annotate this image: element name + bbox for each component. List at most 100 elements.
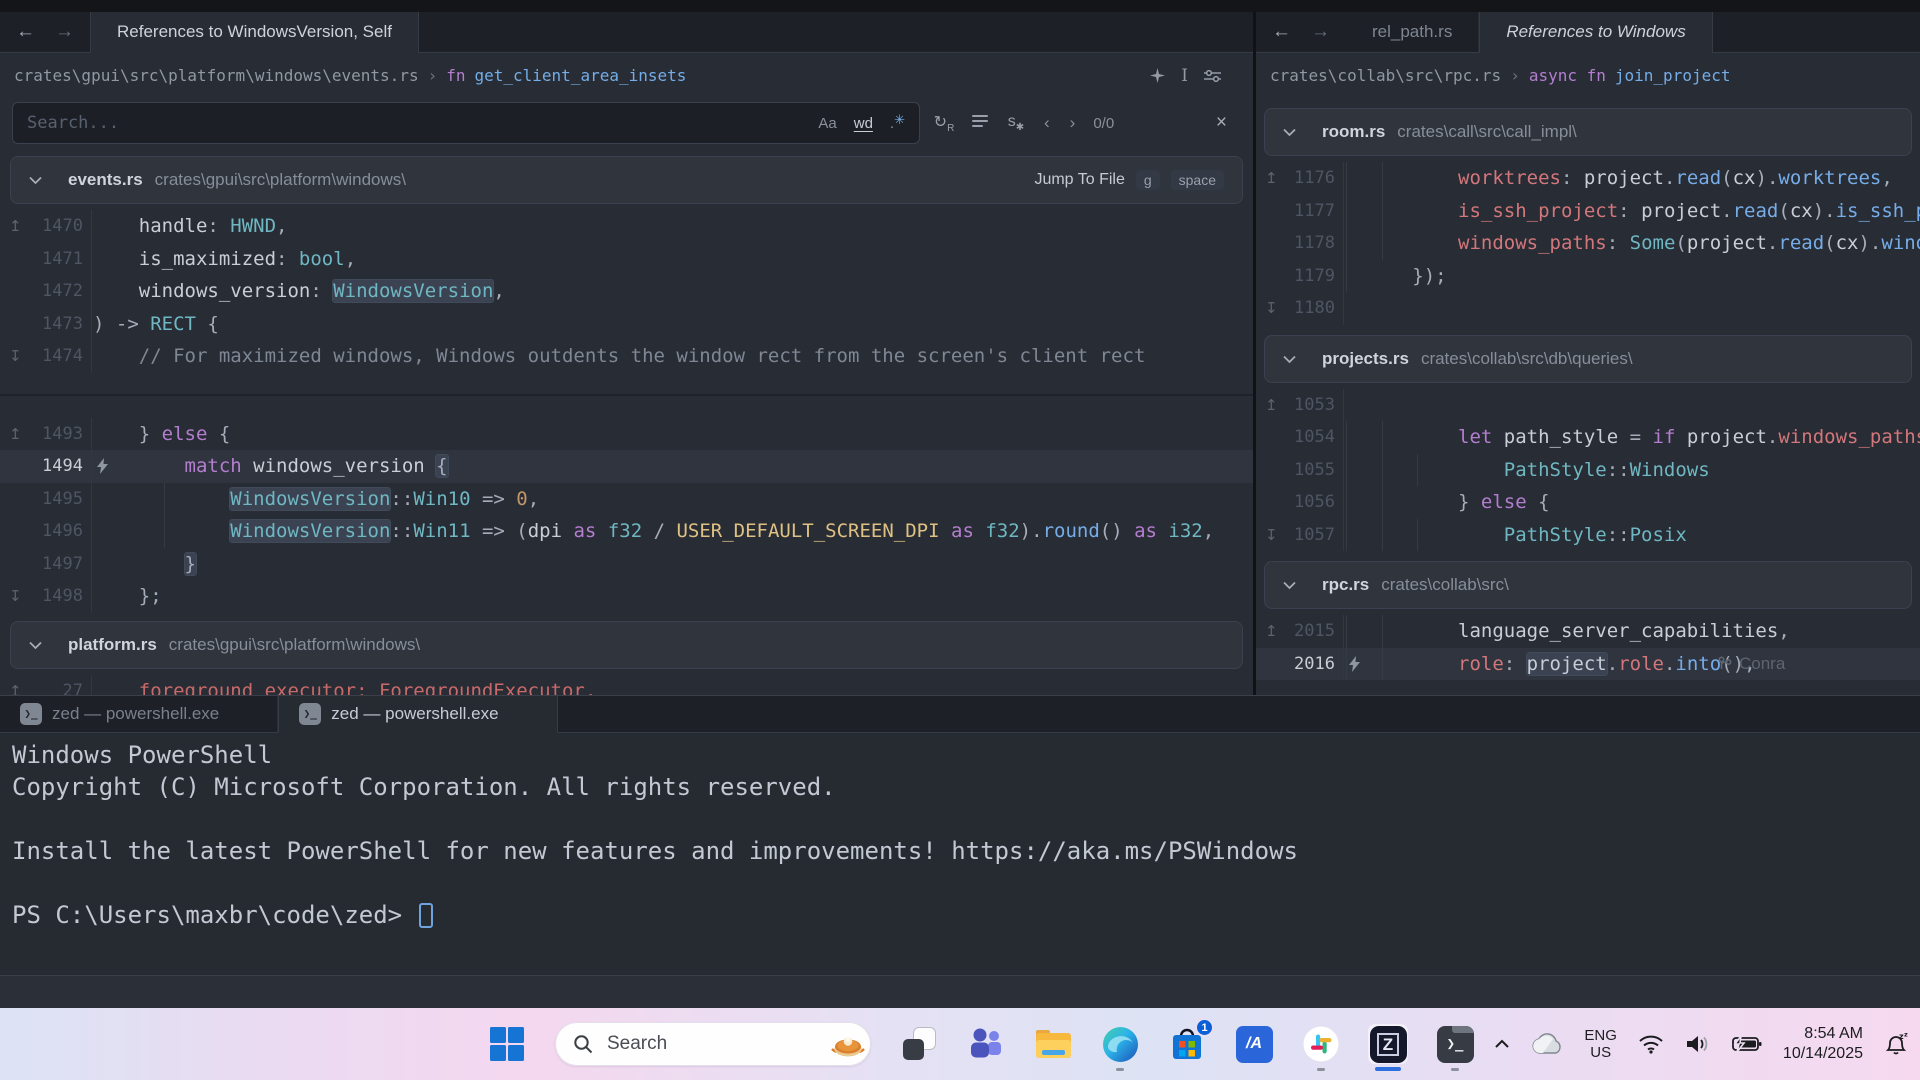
clock[interactable]: 8:54 AM 10/14/2025 [1783, 1024, 1863, 1064]
jump-to-file-button[interactable]: Jump To Filegspace [1034, 170, 1224, 190]
tray-chevron-up-icon[interactable] [1494, 1038, 1510, 1050]
windows-terminal-icon[interactable]: ❯_ [1436, 1025, 1474, 1063]
volume-icon[interactable] [1685, 1034, 1711, 1054]
expand-excerpt-down-button[interactable]: ↧ [1256, 299, 1284, 317]
next-match-button[interactable]: › [1066, 113, 1080, 133]
expand-excerpt-up-button[interactable]: ↥ [0, 217, 28, 235]
line-number[interactable]: 1494 [28, 450, 91, 483]
regex-toggle[interactable]: .✳ [890, 115, 905, 132]
line-number[interactable]: 1057 [1284, 519, 1343, 552]
code-line[interactable]: ↧1498}; [0, 580, 1253, 613]
window-titlebar[interactable] [0, 0, 1920, 12]
search-input[interactable]: Search... Aa wd .✳ [12, 102, 920, 144]
line-number[interactable]: 1498 [28, 580, 91, 613]
line-number[interactable]: 1471 [28, 243, 91, 276]
code-line[interactable]: ↧1057PathStyle::Posix [1256, 519, 1920, 552]
line-number[interactable]: 1496 [28, 515, 91, 548]
toggle-replace-button[interactable]: ↻R [932, 112, 956, 134]
selection-search-button[interactable]: s✱ [1004, 113, 1028, 133]
chevron-down-icon[interactable] [1283, 354, 1296, 364]
text-cursor-icon[interactable]: I [1181, 66, 1188, 86]
case-sensitive-toggle[interactable]: Aa [818, 115, 836, 132]
chevron-down-icon[interactable] [1283, 127, 1296, 137]
code-line[interactable]: ↧1180 [1256, 292, 1920, 325]
terminal-tab-1[interactable]: ❯_ zed — powershell.exe [0, 696, 278, 732]
filter-lines-button[interactable] [968, 112, 992, 135]
inline-assist-sparkle-icon[interactable] [1150, 68, 1165, 83]
onedrive-cloud-icon[interactable] [1531, 1033, 1563, 1055]
code-line[interactable]: ↧1474// For maximized windows, Windows o… [0, 340, 1253, 373]
edge-browser-icon[interactable] [1101, 1025, 1139, 1063]
expand-excerpt-up-button[interactable]: ↥ [1256, 169, 1284, 187]
forward-arrow-icon[interactable]: → [1311, 21, 1330, 43]
chevron-down-icon[interactable] [29, 640, 42, 650]
code-line[interactable]: 1179}); [1256, 260, 1920, 293]
back-arrow-icon[interactable]: ← [1272, 21, 1291, 43]
code-line[interactable]: 1473) -> RECT { [0, 308, 1253, 341]
teams-icon[interactable] [967, 1025, 1005, 1063]
code-line[interactable]: ↥1470handle: HWND, [0, 210, 1253, 243]
line-number[interactable]: 1493 [28, 418, 91, 451]
excerpt-header[interactable]: events.rscrates\gpui\src\platform\window… [10, 156, 1243, 204]
line-number[interactable]: 27 [28, 675, 91, 696]
expand-excerpt-up-button[interactable]: ↥ [1256, 396, 1284, 414]
code-action-bolt-icon[interactable] [1349, 656, 1360, 672]
line-number[interactable]: 1495 [28, 483, 91, 516]
line-number[interactable]: 1056 [1284, 486, 1343, 519]
forward-arrow-icon[interactable]: → [55, 21, 74, 43]
code-line[interactable]: 2016role: project.role.into(),Conra [1256, 648, 1920, 681]
language-indicator[interactable]: ENG US [1584, 1027, 1617, 1061]
line-number[interactable]: 1180 [1284, 292, 1343, 325]
zed-editor-icon[interactable]: Z [1369, 1025, 1407, 1063]
whole-word-toggle[interactable]: wd [854, 115, 873, 132]
line-number[interactable]: 1472 [28, 275, 91, 308]
chevron-down-icon[interactable] [1283, 580, 1296, 590]
expand-excerpt-up-button[interactable]: ↥ [0, 425, 28, 443]
line-number[interactable]: 1054 [1284, 421, 1343, 454]
code-line[interactable]: 1472windows_version: WindowsVersion, [0, 275, 1253, 308]
excerpt-header[interactable]: platform.rscrates\gpui\src\platform\wind… [10, 621, 1243, 669]
code-line[interactable]: ↥2015language_server_capabilities, [1256, 615, 1920, 648]
tab-references-windowsversion[interactable]: References to WindowsVersion, Self [90, 12, 419, 53]
wifi-icon[interactable] [1638, 1034, 1664, 1054]
microsoft-store-icon[interactable]: 1 [1168, 1025, 1206, 1063]
code-line[interactable]: 1497} [0, 548, 1253, 581]
code-line[interactable]: ↥27foreground_executor: ForegroundExecut… [0, 675, 1253, 696]
code-line[interactable]: 1495WindowsVersion::Win10 => 0, [0, 483, 1253, 516]
chevron-down-icon[interactable] [29, 175, 42, 185]
code-line[interactable]: ↥1053 [1256, 389, 1920, 422]
code-line[interactable]: 1177is_ssh_project: project.read(cx).is_… [1256, 195, 1920, 228]
expand-excerpt-down-button[interactable]: ↧ [0, 347, 28, 365]
line-number[interactable]: 1177 [1284, 195, 1343, 228]
line-number[interactable]: 1176 [1284, 162, 1343, 195]
start-button[interactable] [488, 1025, 526, 1063]
close-search-button[interactable]: × [1216, 112, 1227, 134]
expand-excerpt-down-button[interactable]: ↧ [1256, 526, 1284, 544]
code-line[interactable]: ↥1176worktrees: project.read(cx).worktre… [1256, 162, 1920, 195]
task-view-button[interactable] [900, 1025, 938, 1063]
excerpt-header[interactable]: room.rscrates\call\src\call_impl\ [1264, 108, 1912, 156]
excerpt-header[interactable]: projects.rscrates\collab\src\db\queries\ [1264, 335, 1912, 383]
line-number[interactable]: 1473 [28, 308, 91, 341]
line-number[interactable]: 1474 [28, 340, 91, 373]
code-line[interactable]: ↥1493} else { [0, 418, 1253, 451]
terminal-output[interactable]: Windows PowerShellCopyright (C) Microsof… [0, 733, 1920, 975]
editor-controls-icon[interactable] [1204, 69, 1221, 83]
code-line[interactable]: 1494match windows_version { [0, 450, 1253, 483]
code-action-bolt-icon[interactable] [97, 458, 108, 474]
line-number[interactable]: 1470 [28, 210, 91, 243]
code-line[interactable]: 1178windows_paths: Some(project.read(cx)… [1256, 227, 1920, 260]
prev-match-button[interactable]: ‹ [1040, 113, 1054, 133]
line-number[interactable]: 2015 [1284, 615, 1343, 648]
line-number[interactable]: 1179 [1284, 260, 1343, 293]
right-editor-multibuffer[interactable]: room.rscrates\call\src\call_impl\ ↥1176wo… [1256, 98, 1920, 695]
notification-bell-dnd-icon[interactable]: zz [1884, 1032, 1910, 1056]
code-line[interactable]: 1496WindowsVersion::Win11 => (dpi as f32… [0, 515, 1253, 548]
line-number[interactable]: 1053 [1284, 389, 1343, 422]
left-editor-multibuffer[interactable]: events.rscrates\gpui\src\platform\window… [0, 148, 1253, 695]
line-number[interactable]: 1497 [28, 548, 91, 581]
expand-excerpt-up-button[interactable]: ↥ [0, 682, 28, 695]
expand-excerpt-up-button[interactable]: ↥ [1256, 622, 1284, 640]
code-line[interactable]: 1054let path_style = if project.windows_… [1256, 421, 1920, 454]
code-line[interactable]: 1056} else { [1256, 486, 1920, 519]
